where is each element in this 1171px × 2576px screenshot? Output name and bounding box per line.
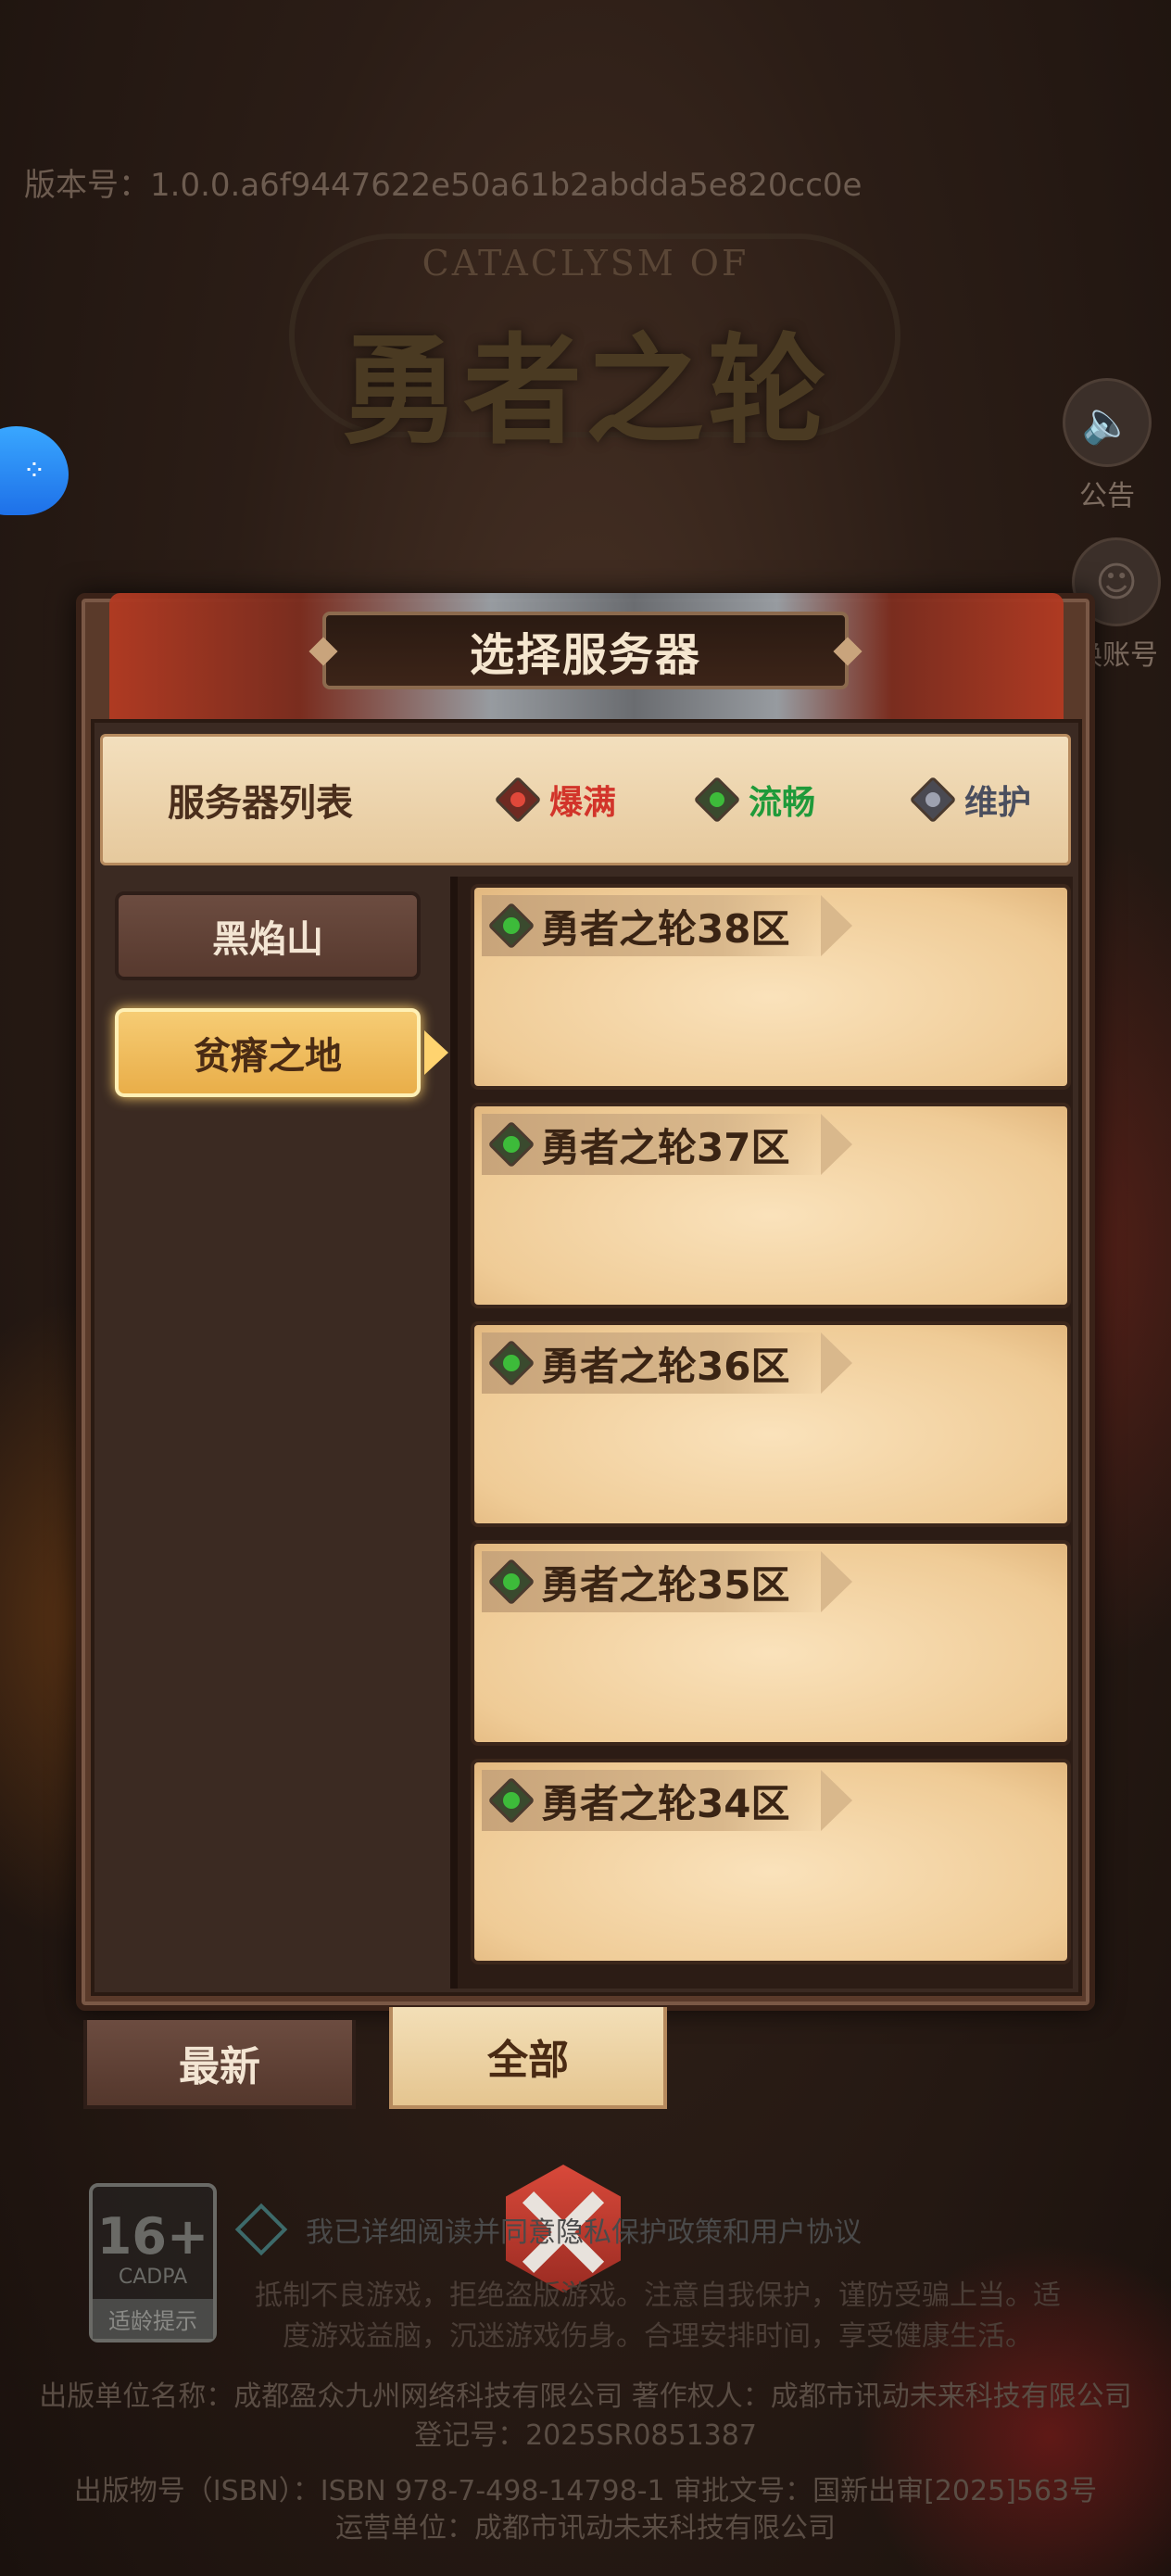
- operator-info: 运营单位：成都市讯动未来科技有限公司: [335, 2512, 836, 2544]
- server-item[interactable]: 勇者之轮34区: [471, 1759, 1071, 1964]
- status-smooth-icon: [487, 1558, 535, 1606]
- agreement-text: 我已详细阅读并同意隐私保护政策和用户协议: [306, 2216, 862, 2249]
- status-maintenance-icon: [909, 776, 957, 824]
- legend-maintenance-label: 维护: [964, 784, 1032, 822]
- dialog-title: 选择服务器: [322, 612, 849, 689]
- server-name: 勇者之轮36区: [541, 1343, 790, 1389]
- server-tag: 勇者之轮37区: [482, 1114, 825, 1175]
- age-rating-label: 适龄提示: [93, 2299, 213, 2339]
- legend-full: 爆满: [494, 776, 617, 824]
- region-list: 黑焰山 贫瘠之地: [100, 877, 452, 1989]
- tag-chevron-icon: [821, 895, 852, 956]
- region-tab-pinjizhidi[interactable]: 贫瘠之地: [115, 1008, 421, 1097]
- tag-chevron-icon: [821, 1114, 852, 1175]
- legend-smooth: 流畅: [693, 776, 816, 824]
- grid-icon: ⁘: [22, 454, 46, 487]
- age-rating-org: CADPA: [118, 2266, 188, 2289]
- server-name: 勇者之轮37区: [541, 1124, 790, 1170]
- server-item[interactable]: 勇者之轮35区: [471, 1540, 1071, 1746]
- server-item[interactable]: 勇者之轮37区: [471, 1103, 1071, 1308]
- registration-info: 登记号：2025SR0851387: [414, 2419, 757, 2452]
- tag-chevron-icon: [821, 1332, 852, 1394]
- tab-latest[interactable]: 最新: [83, 2020, 356, 2109]
- status-smooth-icon: [487, 1339, 535, 1387]
- server-name: 勇者之轮34区: [541, 1780, 790, 1826]
- isbn-info: 出版物号（ISBN）：ISBN 978-7-498-14798-1 审批文号：国…: [73, 2475, 1098, 2507]
- game-logo: 勇者之轮: [340, 322, 830, 461]
- server-item[interactable]: 勇者之轮36区: [471, 1321, 1071, 1527]
- age-rating-value: 16+: [96, 2207, 209, 2266]
- region-tab-heiyanshan[interactable]: 黑焰山: [115, 891, 421, 980]
- speaker-icon: 🔈: [1063, 378, 1152, 467]
- announcement-label: 公告: [1079, 480, 1135, 512]
- status-smooth-icon: [487, 902, 535, 950]
- server-list[interactable]: 勇者之轮38区 勇者之轮37区 勇者之轮36区 勇者之轮35区 勇者之轮34区: [450, 877, 1073, 1989]
- tag-chevron-icon: [821, 1551, 852, 1612]
- health-notice-line: 抵制不良游戏，拒绝盗版游戏。注意自我保护，谨防受骗上当。适: [255, 2279, 1061, 2312]
- server-legend: 服务器列表 爆满 流畅 维护: [100, 734, 1071, 865]
- server-item[interactable]: 勇者之轮38区: [471, 884, 1071, 1090]
- logo-subtitle: CATACLYSM OF: [422, 243, 749, 284]
- announcement-button[interactable]: 🔈 公告: [1056, 378, 1158, 513]
- legend-full-label: 爆满: [549, 784, 617, 822]
- selected-region-arrow-icon: [424, 1030, 448, 1075]
- agreement-checkbox[interactable]: [234, 2203, 288, 2256]
- status-smooth-icon: [693, 776, 741, 824]
- server-name: 勇者之轮35区: [541, 1561, 790, 1608]
- status-smooth-icon: [487, 1120, 535, 1168]
- server-tag: 勇者之轮36区: [482, 1332, 825, 1394]
- tag-chevron-icon: [821, 1770, 852, 1831]
- server-tag: 勇者之轮35区: [482, 1551, 825, 1612]
- server-name: 勇者之轮38区: [541, 905, 790, 952]
- agreement-row[interactable]: 我已详细阅读并同意隐私保护政策和用户协议: [234, 2203, 862, 2256]
- tab-all[interactable]: 全部: [389, 2007, 667, 2109]
- legend-smooth-label: 流畅: [749, 784, 816, 822]
- server-tag: 勇者之轮38区: [482, 895, 825, 956]
- status-full-icon: [494, 776, 542, 824]
- server-list-title: 服务器列表: [168, 782, 353, 825]
- publisher-info: 出版单位名称：成都盈众九州网络科技有限公司 著作权人：成都市讯动未来科技有限公司: [39, 2380, 1132, 2413]
- region-label: 黑焰山: [212, 918, 323, 961]
- health-notice-line: 度游戏益脑，沉迷游戏伤身。合理安排时间，享受健康生活。: [283, 2320, 1033, 2353]
- legend-maintenance: 维护: [909, 776, 1032, 824]
- region-label: 贫瘠之地: [194, 1035, 342, 1078]
- version-label: 版本号：1.0.0.a6f9447622e50a61b2abdda5e820cc…: [24, 167, 863, 204]
- status-smooth-icon: [487, 1776, 535, 1825]
- server-tag: 勇者之轮34区: [482, 1770, 825, 1831]
- age-rating-badge[interactable]: 16+ CADPA 适龄提示: [89, 2183, 217, 2342]
